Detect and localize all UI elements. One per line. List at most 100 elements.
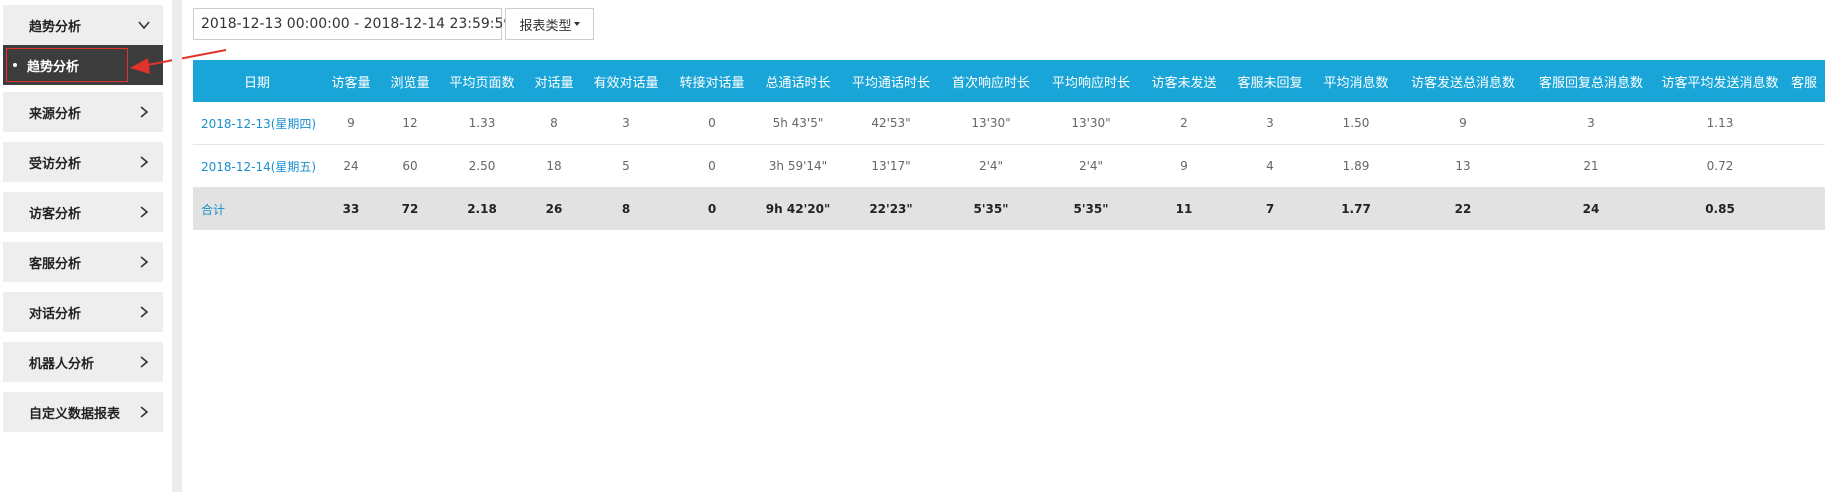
- table-cell: 5h 43'5": [755, 102, 841, 145]
- table-row: 2018-12-13(星期四) 9 12 1.33 8 3 0 5h 43'5"…: [193, 102, 1825, 145]
- table-cell: 1.89: [1313, 144, 1399, 188]
- caret-down-icon: [573, 22, 580, 26]
- table-cell: 13'17": [841, 144, 941, 188]
- table-cell: 9: [1399, 102, 1527, 145]
- chevron-right-icon: [137, 255, 151, 269]
- sidebar-item-trend[interactable]: 趋势分析: [3, 5, 163, 45]
- sidebar-item-label: 对话分析: [29, 306, 82, 322]
- table-cell: 0.85: [1655, 187, 1785, 230]
- table-cell: 2'4": [1041, 144, 1141, 188]
- column-header[interactable]: 日期: [193, 60, 321, 102]
- report-type-label: 报表类型: [519, 18, 572, 34]
- sidebar-item-label: 受访分析: [29, 156, 82, 172]
- table-header-row: 日期 访客量 浏览量 平均页面数 对话量 有效对话量 转接对话量 总通话时长 平…: [193, 60, 1825, 102]
- sidebar-item-robot[interactable]: 机器人分析: [3, 342, 163, 382]
- chevron-right-icon: [137, 305, 151, 319]
- column-header[interactable]: 首次响应时长: [941, 60, 1041, 102]
- table-cell: 3h 59'14": [755, 144, 841, 188]
- table-cell: 9h 42'20": [755, 187, 841, 230]
- total-label: 合计: [193, 187, 321, 230]
- column-header[interactable]: 平均响应时长: [1041, 60, 1141, 102]
- column-header[interactable]: 访客量: [321, 60, 381, 102]
- table-cell: 2: [1141, 102, 1227, 145]
- table-cell: 0: [669, 187, 755, 230]
- submenu-item-label: 趋势分析: [27, 59, 80, 75]
- table-cell: 13'30": [941, 102, 1041, 145]
- bullet-icon: [13, 63, 17, 67]
- column-header[interactable]: 访客平均发送消息数: [1655, 60, 1785, 102]
- table-cell: 3: [1527, 102, 1655, 145]
- chevron-right-icon: [137, 355, 151, 369]
- table-cell: 5'35": [1041, 187, 1141, 230]
- sidebar-item-visitor[interactable]: 访客分析: [3, 192, 163, 232]
- sidebar-item-label: 来源分析: [29, 106, 82, 122]
- column-header[interactable]: 平均消息数: [1313, 60, 1399, 102]
- table-cell: 1.50: [1313, 102, 1399, 145]
- table-cell: 2.50: [439, 144, 525, 188]
- chevron-right-icon: [137, 205, 151, 219]
- sidebar-item-label: 客服分析: [29, 256, 82, 272]
- column-header[interactable]: 平均通话时长: [841, 60, 941, 102]
- column-header[interactable]: 有效对话量: [583, 60, 669, 102]
- table-cell: 42'53": [841, 102, 941, 145]
- total-row: 合计 33 72 2.18 26 8 0 9h 42'20" 22'23" 5'…: [193, 187, 1825, 230]
- trend-table: 日期 访客量 浏览量 平均页面数 对话量 有效对话量 转接对话量 总通话时长 平…: [193, 60, 1825, 230]
- table-cell: 9: [1141, 144, 1227, 188]
- table-cell: 3: [583, 102, 669, 145]
- submenu-item-trend[interactable]: 趋势分析: [6, 48, 128, 82]
- table-cell: 21: [1527, 144, 1655, 188]
- date-link[interactable]: 2018-12-14(星期五): [193, 144, 321, 188]
- table-cell: 13'30": [1041, 102, 1141, 145]
- sidebar-item-label: 机器人分析: [29, 356, 95, 372]
- column-header[interactable]: 客服: [1785, 60, 1825, 102]
- table-cell: 18: [525, 144, 583, 188]
- table-cell: 72: [381, 187, 439, 230]
- table-cell: 3: [1227, 102, 1313, 145]
- column-header[interactable]: 浏览量: [381, 60, 439, 102]
- table-cell: 1.33: [439, 102, 525, 145]
- column-header[interactable]: 总通话时长: [755, 60, 841, 102]
- table-cell: 2.18: [439, 187, 525, 230]
- table-cell: 11: [1141, 187, 1227, 230]
- column-header[interactable]: 客服回复总消息数: [1527, 60, 1655, 102]
- sidebar-item-source[interactable]: 来源分析: [3, 92, 163, 132]
- table-cell: 26: [525, 187, 583, 230]
- column-header[interactable]: 访客发送总消息数: [1399, 60, 1527, 102]
- sidebar-item-agent[interactable]: 客服分析: [3, 242, 163, 282]
- table-cell: 60: [381, 144, 439, 188]
- sidebar-item-custom-report[interactable]: 自定义数据报表: [3, 392, 163, 432]
- column-header[interactable]: 访客未发送: [1141, 60, 1227, 102]
- table-cell: 33: [321, 187, 381, 230]
- column-header[interactable]: 对话量: [525, 60, 583, 102]
- table-cell: 8: [525, 102, 583, 145]
- table-cell: 13: [1399, 144, 1527, 188]
- column-header[interactable]: 平均页面数: [439, 60, 525, 102]
- table-cell: 24: [321, 144, 381, 188]
- sidebar-item-label: 访客分析: [29, 206, 82, 222]
- sidebar-item-visited[interactable]: 受访分析: [3, 142, 163, 182]
- sidebar-item-conversation[interactable]: 对话分析: [3, 292, 163, 332]
- table-row: 2018-12-14(星期五) 24 60 2.50 18 5 0 3h 59'…: [193, 144, 1825, 188]
- sidebar: 趋势分析 趋势分析 来源分析 受访分析 访客分析 客服分析 对话分析 机器人分析…: [0, 0, 227, 492]
- date-link[interactable]: 2018-12-13(星期四): [193, 102, 321, 145]
- chevron-down-icon: [137, 18, 151, 32]
- table-cell: 12: [381, 102, 439, 145]
- table-cell: 0: [669, 144, 755, 188]
- chevron-right-icon: [137, 105, 151, 119]
- table-cell: [1785, 102, 1825, 145]
- date-range-input[interactable]: 2018-12-13 00:00:00 - 2018-12-14 23:59:5…: [193, 8, 512, 40]
- sidebar-divider: [172, 0, 182, 492]
- table-cell: 22: [1399, 187, 1527, 230]
- report-type-dropdown[interactable]: 报表类型: [505, 8, 594, 40]
- table-cell: 0.72: [1655, 144, 1785, 188]
- table-cell: [1785, 187, 1825, 230]
- column-header[interactable]: 转接对话量: [669, 60, 755, 102]
- table-cell: 5'35": [941, 187, 1041, 230]
- table-cell: 7: [1227, 187, 1313, 230]
- table-cell: 9: [321, 102, 381, 145]
- sidebar-item-label: 自定义数据报表: [29, 406, 121, 422]
- column-header[interactable]: 客服未回复: [1227, 60, 1313, 102]
- sidebar-item-label: 趋势分析: [29, 19, 82, 35]
- trend-table-container: 日期 访客量 浏览量 平均页面数 对话量 有效对话量 转接对话量 总通话时长 平…: [193, 60, 1825, 232]
- table-cell: 8: [583, 187, 669, 230]
